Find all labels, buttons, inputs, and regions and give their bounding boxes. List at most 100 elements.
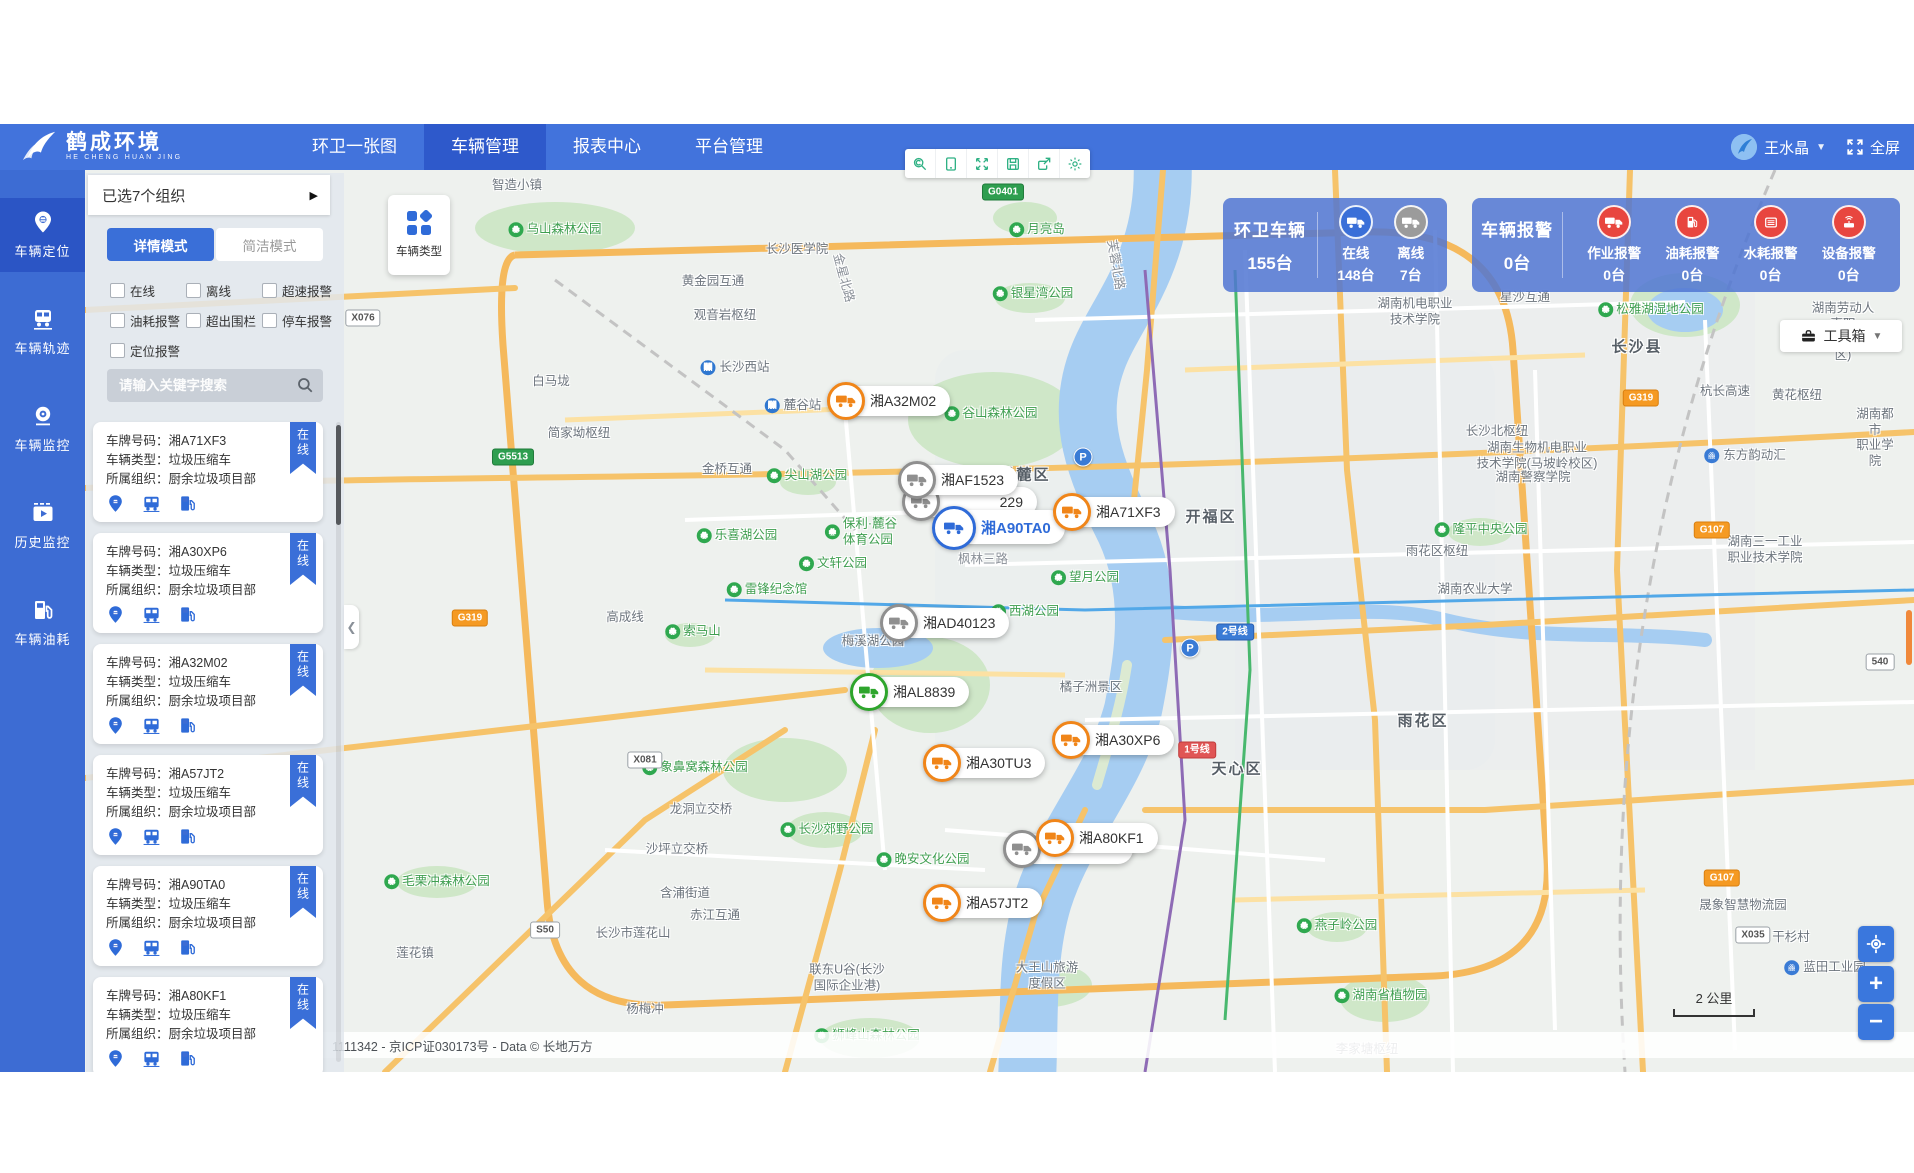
map-marker-湘A90TA0[interactable]: 湘A90TA0 — [937, 510, 1065, 544]
marker-plate-label: 湘A30XP6 — [1095, 730, 1160, 750]
bus-icon — [142, 716, 161, 735]
vehicle-card-湘A90TA0[interactable]: 车牌号码：湘A90TA0车辆类型：垃圾压缩车所属组织：厨余垃圾项目部在线 — [93, 866, 323, 966]
map-canvas[interactable]: 智造小镇♣乌山森林公园长沙医学院黄金园互通♣月亮岛♣银星湾公园观音岩枢纽金星北路… — [85, 170, 1914, 1072]
vehicle-card-湘A71XF3[interactable]: 车牌号码：湘A71XF3车辆类型：垃圾压缩车所属组织：厨余垃圾项目部在线 — [93, 422, 323, 522]
filter-油耗报警[interactable]: 油耗报警 — [110, 311, 186, 330]
nav-tab-报表中心[interactable]: 报表中心 — [546, 124, 668, 170]
mode-tab-详情模式[interactable]: 详情模式 — [107, 228, 214, 261]
map-marker-湘AD40123[interactable]: 湘AD40123 — [885, 608, 1009, 638]
offline-truck-icon — [1394, 205, 1428, 239]
alarm-title: 车辆报警 — [1481, 216, 1553, 241]
mode-tab-简洁模式[interactable]: 简洁模式 — [216, 228, 323, 261]
vehicle-card-湘A30XP6[interactable]: 车牌号码：湘A30XP6车辆类型：垃圾压缩车所属组织：厨余垃圾项目部在线 — [93, 533, 323, 633]
checkbox-icon[interactable] — [186, 283, 201, 298]
filter-超出围栏[interactable]: 超出围栏 — [186, 311, 262, 330]
map-label: ♣乐喜湖公园 — [697, 528, 778, 544]
map-label: ♣长沙郊野公园 — [780, 822, 873, 838]
sidebar-item-车辆油耗[interactable]: 车辆油耗 — [0, 586, 85, 660]
checkbox-icon[interactable] — [110, 283, 125, 298]
panel-scrollbar-thumb[interactable] — [336, 425, 341, 525]
user-menu[interactable]: 王水晶 ▼ — [1731, 134, 1826, 160]
track-vehicle-button[interactable] — [142, 938, 161, 962]
toolbar-settings-icon[interactable] — [1060, 149, 1090, 178]
search-icon[interactable] — [296, 376, 314, 394]
sidebar-item-车辆轨迹[interactable]: 车辆轨迹 — [0, 295, 85, 369]
map-marker-湘A80KF1[interactable]: 湘A80KF1 — [1041, 823, 1158, 853]
vehicle-card-湘A32M02[interactable]: 车牌号码：湘A32M02车辆类型：垃圾压缩车所属组织：厨余垃圾项目部在线 — [93, 644, 323, 744]
truck-marker-icon — [898, 461, 936, 499]
fuel-vehicle-button[interactable] — [178, 605, 197, 629]
filter-checkboxes: 在线离线超速报警油耗报警超出围栏停车报警定位报警 — [110, 281, 338, 371]
nav-tab-车辆管理[interactable]: 车辆管理 — [424, 124, 546, 170]
locate-vehicle-button[interactable] — [106, 494, 125, 518]
locate-vehicle-button[interactable] — [106, 716, 125, 740]
vehicle-card-湘A80KF1[interactable]: 车牌号码：湘A80KF1车辆类型：垃圾压缩车所属组织：厨余垃圾项目部在线 — [93, 977, 323, 1072]
filter-定位报警[interactable]: 定位报警 — [110, 341, 186, 360]
park-icon: ♣ — [384, 875, 399, 890]
toolbar-tablet-icon[interactable] — [936, 149, 967, 178]
map-marker-湘AL8839[interactable]: 湘AL8839 — [855, 677, 969, 707]
panel-collapse-button[interactable]: ❮ — [344, 605, 359, 649]
fullscreen-button[interactable]: 全屏 — [1846, 137, 1900, 158]
map-label: 杭长高速 — [1700, 384, 1750, 400]
expand-icon — [974, 156, 990, 172]
filter-超速报警[interactable]: 超速报警 — [262, 281, 338, 300]
filter-离线[interactable]: 离线 — [186, 281, 262, 300]
road-shield: 540 — [1866, 654, 1895, 671]
toolbar-save-icon[interactable] — [998, 149, 1029, 178]
org-selector[interactable]: 已选7个组织 ▶ — [88, 175, 330, 215]
nav-tab-环卫一张图[interactable]: 环卫一张图 — [285, 124, 424, 170]
track-vehicle-button[interactable] — [142, 827, 161, 851]
checkbox-icon[interactable] — [110, 343, 125, 358]
filter-在线[interactable]: 在线 — [110, 281, 186, 300]
map-label: ♣谷山森林公园 — [944, 406, 1037, 422]
vehicle-type-button[interactable]: 车辆类型 — [388, 195, 450, 275]
track-vehicle-button[interactable] — [142, 494, 161, 518]
location-pin-icon — [106, 605, 125, 624]
checkbox-icon[interactable] — [262, 313, 277, 328]
fuel-vehicle-button[interactable] — [178, 1049, 197, 1072]
map-label: M麓谷站 — [765, 398, 822, 414]
track-vehicle-button[interactable] — [142, 716, 161, 740]
map-marker-湘A71XF3[interactable]: 湘A71XF3 — [1058, 497, 1175, 527]
settings-icon — [1067, 156, 1083, 172]
map-marker-湘A57JT2[interactable]: 湘A57JT2 — [928, 888, 1042, 918]
fuel-vehicle-button[interactable] — [178, 827, 197, 851]
locate-button[interactable] — [1858, 926, 1894, 962]
map-right-scrollbar[interactable] — [1906, 610, 1912, 665]
sidebar-item-车辆定位[interactable]: 车辆定位 — [0, 198, 85, 272]
toolbar-export-icon[interactable] — [1029, 149, 1060, 178]
toolbar-expand-icon[interactable] — [967, 149, 998, 178]
map-label: ♣乌山森林公园 — [508, 222, 601, 238]
toolbar-zoom-search-icon[interactable] — [905, 149, 936, 178]
tablet-icon — [943, 156, 959, 172]
map-marker-湘A32M02[interactable]: 湘A32M02 — [832, 386, 950, 416]
search-input[interactable] — [107, 369, 323, 402]
locate-vehicle-button[interactable] — [106, 1049, 125, 1072]
checkbox-icon[interactable] — [262, 283, 277, 298]
filter-停车报警[interactable]: 停车报警 — [262, 311, 338, 330]
sidebar-item-历史监控[interactable]: 历史监控 — [0, 489, 85, 563]
checkbox-icon[interactable] — [110, 313, 125, 328]
locate-vehicle-button[interactable] — [106, 827, 125, 851]
track-vehicle-button[interactable] — [142, 1049, 161, 1072]
track-vehicle-button[interactable] — [142, 605, 161, 629]
fuel-vehicle-button[interactable] — [178, 494, 197, 518]
zoom-in-button[interactable]: + — [1858, 966, 1894, 1002]
park-icon: ♣ — [993, 287, 1008, 302]
alarm-stat-油耗报警: 油耗报警0台 — [1665, 205, 1719, 285]
map-marker-湘A30TU3[interactable]: 湘A30TU3 — [928, 748, 1045, 778]
checkbox-icon[interactable] — [186, 313, 201, 328]
water-alarm-icon — [1754, 205, 1788, 239]
nav-tab-平台管理[interactable]: 平台管理 — [668, 124, 790, 170]
fuel-vehicle-button[interactable] — [178, 938, 197, 962]
zoom-out-button[interactable]: − — [1858, 1004, 1894, 1040]
sidebar-item-车辆监控[interactable]: 车辆监控 — [0, 392, 85, 466]
toolbox-button[interactable]: 工具箱 ▼ — [1780, 320, 1902, 352]
locate-vehicle-button[interactable] — [106, 605, 125, 629]
map-marker-湘AF1523[interactable]: 湘AF1523 — [903, 465, 1018, 495]
locate-vehicle-button[interactable] — [106, 938, 125, 962]
vehicle-card-湘A57JT2[interactable]: 车牌号码：湘A57JT2车辆类型：垃圾压缩车所属组织：厨余垃圾项目部在线 — [93, 755, 323, 855]
map-marker-湘A30XP6[interactable]: 湘A30XP6 — [1057, 725, 1174, 755]
fuel-vehicle-button[interactable] — [178, 716, 197, 740]
